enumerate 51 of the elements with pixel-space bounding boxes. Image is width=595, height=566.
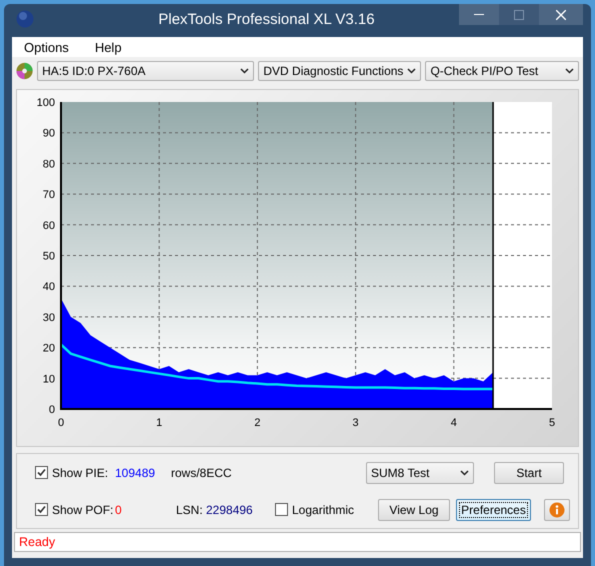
pof-value: 0 — [115, 502, 123, 516]
maximize-button[interactable] — [499, 4, 539, 25]
minimize-icon — [474, 14, 484, 16]
axis-label: 3 — [352, 417, 359, 429]
button[interactable]: Start — [494, 462, 564, 484]
lsn-label: LSN: — [176, 502, 204, 516]
pie-value: 109489 — [115, 466, 156, 480]
test-mode-dropdown[interactable]: SUM8 Test — [366, 462, 474, 484]
axis-label: 100 — [36, 97, 55, 109]
lsn-value: 2298496 — [206, 502, 254, 516]
axis-label: 30 — [42, 312, 55, 324]
axis-label: 1 — [156, 417, 162, 429]
button[interactable]: Preferences — [456, 498, 531, 520]
close-icon — [556, 10, 566, 20]
menu-item[interactable]: Help — [88, 40, 128, 54]
axis-label: 60 — [42, 220, 55, 232]
caret-icon — [460, 470, 469, 476]
axis-label: 0 — [58, 417, 64, 429]
axis-label: 2 — [254, 417, 260, 429]
axis-label: 80 — [42, 158, 55, 170]
info-button[interactable] — [544, 498, 570, 520]
function-dropdown[interactable]: DVD Diagnostic Functions — [258, 61, 422, 81]
window-title: PlexTools Professional XL V3.16 — [157, 10, 376, 28]
logarithmic-checkbox[interactable]: Logarithmic — [275, 502, 364, 516]
show-pof-checkbox[interactable]: Show POF: — [35, 502, 115, 516]
close-button[interactable] — [539, 4, 583, 25]
disc-icon — [16, 62, 34, 80]
app-icon — [16, 10, 34, 28]
caret-icon — [565, 68, 574, 74]
maximize-icon — [514, 10, 524, 20]
axis-label: 5 — [548, 417, 556, 429]
axis-label: 50 — [42, 250, 55, 262]
status-text: Ready — [19, 535, 56, 549]
test-dropdown[interactable]: Q-Check PI/PO Test — [425, 61, 579, 81]
drive-dropdown[interactable]: HA:5 ID:0 PX-760A — [37, 61, 254, 81]
menu-item[interactable]: Options — [18, 40, 75, 54]
axis-label: 4 — [450, 417, 457, 429]
check-icon — [37, 468, 46, 477]
check-icon — [37, 505, 46, 514]
caret-icon — [240, 68, 250, 74]
button[interactable]: View Log — [378, 498, 450, 520]
info-icon — [549, 502, 565, 518]
axis-label: 40 — [42, 281, 55, 294]
axis-label: 70 — [42, 189, 55, 202]
axis-label: 10 — [42, 373, 55, 386]
show-pie-checkbox[interactable]: Show PIE: — [35, 466, 115, 480]
axis-label: 0 — [48, 404, 55, 416]
unit-label: rows/8ECC — [171, 466, 233, 480]
axis-label: 20 — [42, 342, 55, 355]
axis-label: 90 — [42, 128, 55, 140]
caret-icon — [407, 68, 416, 74]
